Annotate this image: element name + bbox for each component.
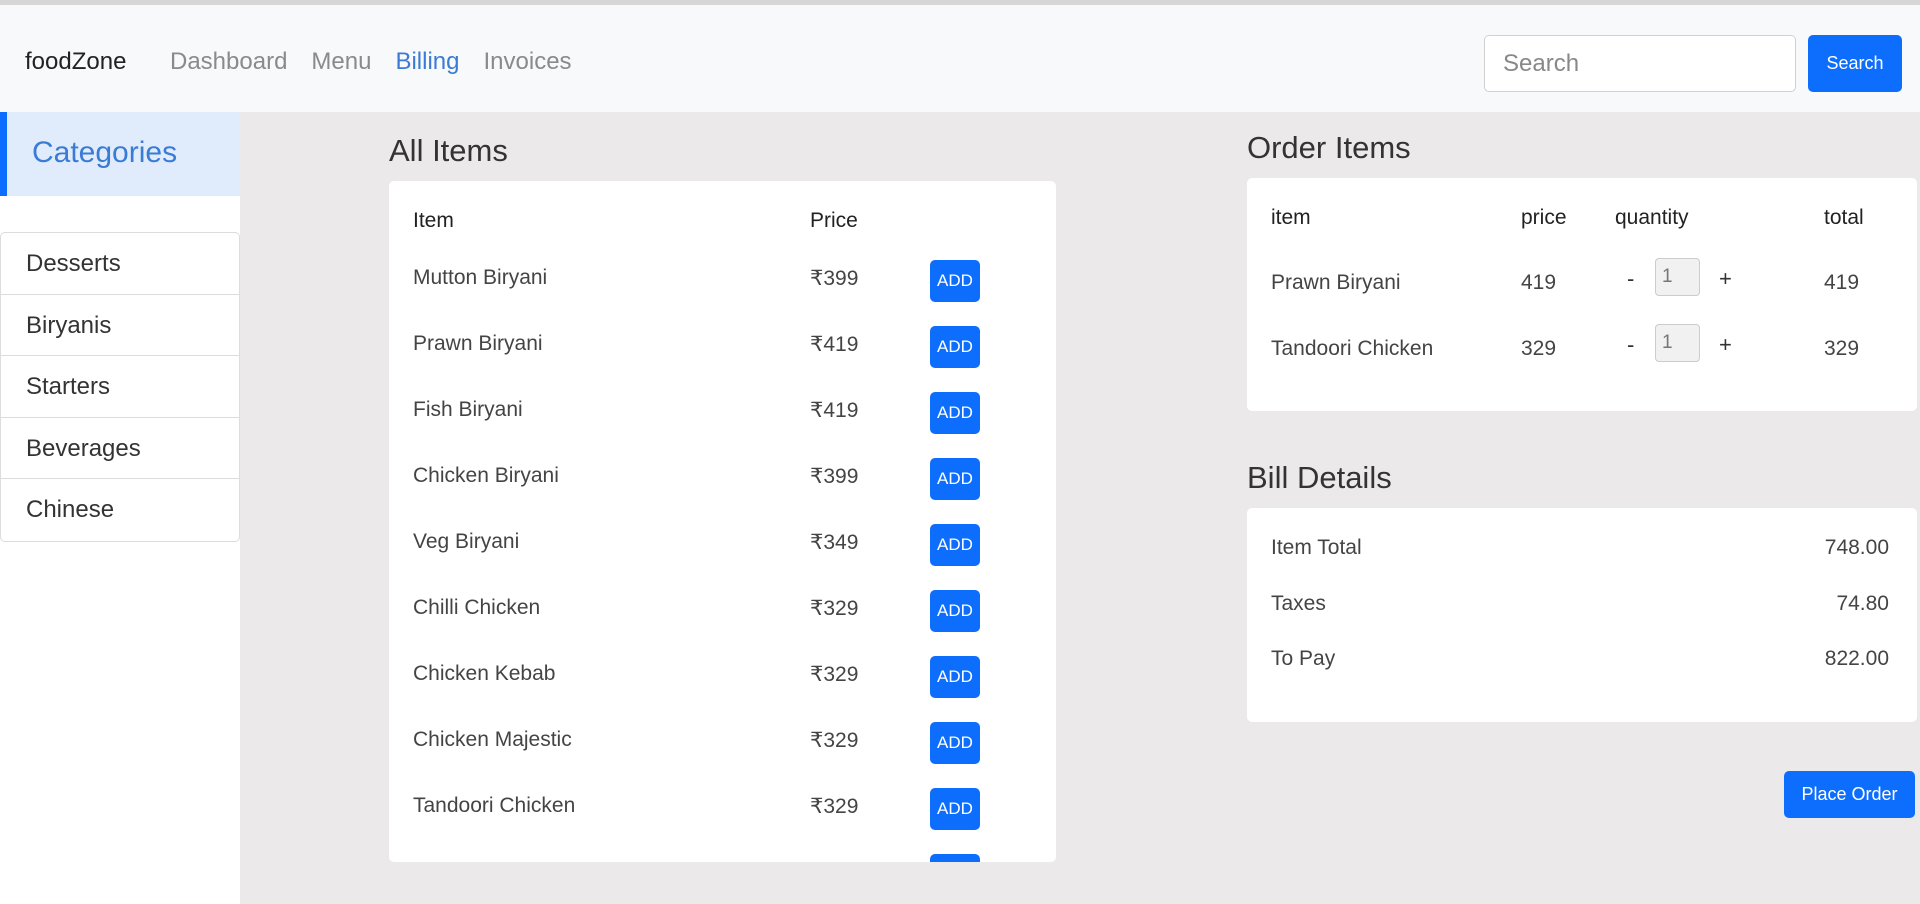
item-name: Chicken Majestic <box>413 728 572 751</box>
order-items-title: Order Items <box>1247 130 1411 165</box>
item-name: Tandoori Chicken <box>413 794 576 817</box>
order-item-price: 419 <box>1521 271 1557 294</box>
add-button[interactable]: ADD <box>930 260 980 302</box>
item-row: Chilli Chicken ₹329 ADD <box>389 590 1056 662</box>
add-button[interactable]: ADD <box>930 392 980 434</box>
nav-link-dashboard[interactable]: Dashboard <box>170 48 287 76</box>
nav-link-invoices[interactable]: Invoices <box>484 48 572 76</box>
item-row: Tandoori Chicken ₹329 ADD <box>389 788 1056 860</box>
add-button[interactable]: ADD <box>930 722 980 764</box>
item-name: Chilli Chicken <box>413 596 541 619</box>
quantity-input[interactable] <box>1655 258 1700 296</box>
nav-links: Dashboard Menu Billing Invoices <box>170 48 572 76</box>
category-item-beverages[interactable]: Beverages <box>1 418 239 479</box>
add-button[interactable]: ADD <box>930 656 980 698</box>
item-row: Chicken Kebab ₹329 ADD <box>389 656 1056 728</box>
to-pay-value: 822.00 <box>1824 647 1889 670</box>
item-row: Prawn Biryani ₹419 ADD <box>389 326 1056 398</box>
nav-link-billing[interactable]: Billing <box>395 48 459 76</box>
taxes-label: Taxes <box>1271 592 1326 615</box>
item-row: Chicken Majestic ₹329 ADD <box>389 722 1056 794</box>
all-items-card: Item Price Mutton Biryani ₹399 ADD Prawn… <box>389 181 1056 862</box>
place-order-button[interactable]: Place Order <box>1784 771 1915 818</box>
item-name: Chicken Biryani <box>413 464 559 487</box>
order-item-name: Prawn Biryani <box>1271 271 1401 294</box>
item-price: ₹329 <box>810 597 859 620</box>
category-list: Desserts Biryanis Starters Beverages Chi… <box>0 232 240 542</box>
add-button[interactable]: ADD <box>930 458 980 500</box>
nav-link-menu[interactable]: Menu <box>311 48 371 76</box>
item-price: ₹349 <box>810 531 859 554</box>
add-button[interactable]: ADD <box>930 326 980 368</box>
order-column-total: total <box>1824 206 1864 229</box>
quantity-decrease-button[interactable]: - <box>1627 332 1634 358</box>
item-price: ₹419 <box>810 333 859 356</box>
order-column-item: item <box>1271 206 1311 229</box>
bill-details-card: Item Total 748.00 Taxes 74.80 To Pay 822… <box>1247 508 1917 722</box>
item-name: Mutton Biryani <box>413 266 548 289</box>
top-navbar: foodZone Dashboard Menu Billing Invoices… <box>0 0 1920 112</box>
quantity-increase-button[interactable]: + <box>1719 266 1732 292</box>
item-row: Chicken Biryani ₹399 ADD <box>389 458 1056 530</box>
item-total-label: Item Total <box>1271 536 1362 559</box>
add-button[interactable]: ADD <box>930 524 980 566</box>
item-price: ₹329 <box>810 663 859 686</box>
add-button[interactable]: ADD <box>930 590 980 632</box>
quantity-increase-button[interactable]: + <box>1719 332 1732 358</box>
items-column-price: Price <box>810 209 858 232</box>
item-row: Veg Biryani ₹349 ADD <box>389 524 1056 596</box>
sidebar: Categories Desserts Biryanis Starters Be… <box>0 112 240 904</box>
quantity-input[interactable] <box>1655 324 1700 362</box>
add-button[interactable]: ADD <box>930 788 980 830</box>
item-price: ₹399 <box>810 267 859 290</box>
order-column-quantity: quantity <box>1615 206 1689 229</box>
order-item-price: 329 <box>1521 337 1557 360</box>
order-item-name: Tandoori Chicken <box>1271 337 1434 360</box>
search-button[interactable]: Search <box>1808 35 1902 92</box>
item-row: Mutton Biryani ₹399 ADD <box>389 260 1056 332</box>
item-price: ₹419 <box>810 399 859 422</box>
bill-details-title: Bill Details <box>1247 460 1392 495</box>
all-items-title: All Items <box>389 133 508 168</box>
item-name: Prawn Biryani <box>413 332 543 355</box>
category-item-biryanis[interactable]: Biryanis <box>1 295 239 356</box>
item-name: Veg Biryani <box>413 530 520 553</box>
item-total-value: 748.00 <box>1824 536 1889 559</box>
items-column-item: Item <box>413 209 454 232</box>
category-item-desserts[interactable]: Desserts <box>1 233 239 295</box>
search-input[interactable] <box>1484 35 1796 92</box>
item-name: Chicken Kebab <box>413 662 556 685</box>
categories-header: Categories <box>0 112 240 196</box>
item-row-partial <box>389 854 1056 862</box>
add-button[interactable] <box>930 854 980 862</box>
item-price: ₹329 <box>810 795 859 818</box>
quantity-decrease-button[interactable]: - <box>1627 266 1634 292</box>
item-row: Fish Biryani ₹419 ADD <box>389 392 1056 464</box>
order-column-price: price <box>1521 206 1567 229</box>
to-pay-label: To Pay <box>1271 647 1336 670</box>
item-name: Fish Biryani <box>413 398 523 421</box>
item-price: ₹329 <box>810 729 859 752</box>
category-item-chinese[interactable]: Chinese <box>1 479 239 541</box>
brand-logo[interactable]: foodZone <box>25 48 126 76</box>
item-price: ₹399 <box>810 465 859 488</box>
order-item-total: 329 <box>1824 337 1860 360</box>
taxes-value: 74.80 <box>1836 592 1889 615</box>
category-item-starters[interactable]: Starters <box>1 356 239 418</box>
order-item-total: 419 <box>1824 271 1860 294</box>
order-items-card: item price quantity total Prawn Biryani … <box>1247 178 1917 411</box>
